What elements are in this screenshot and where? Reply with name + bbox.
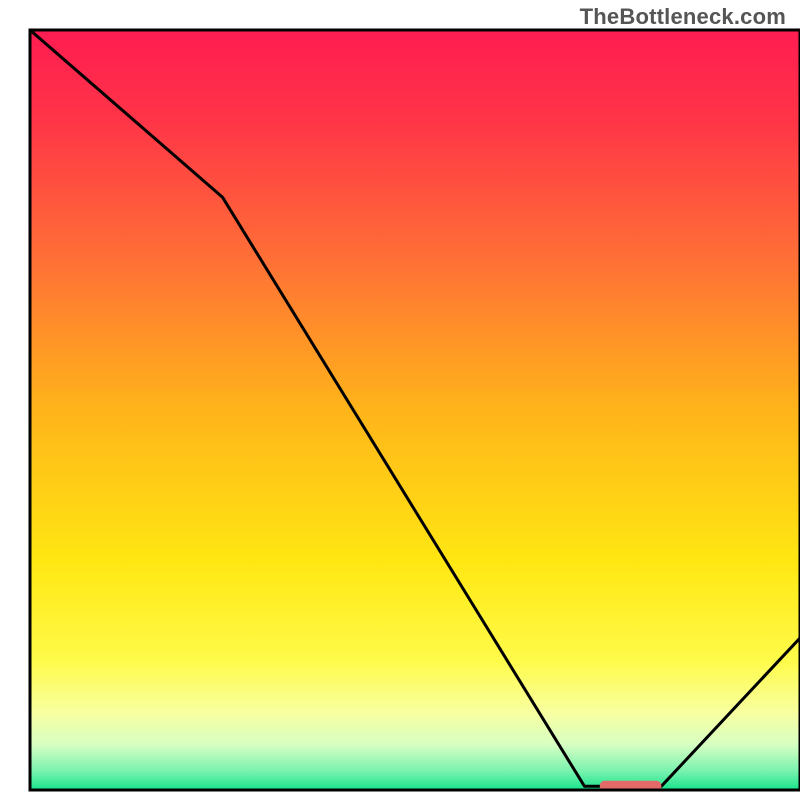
chart-frame: TheBottleneck.com [0,0,800,800]
chart-canvas [0,0,800,800]
gradient-background [30,30,800,790]
